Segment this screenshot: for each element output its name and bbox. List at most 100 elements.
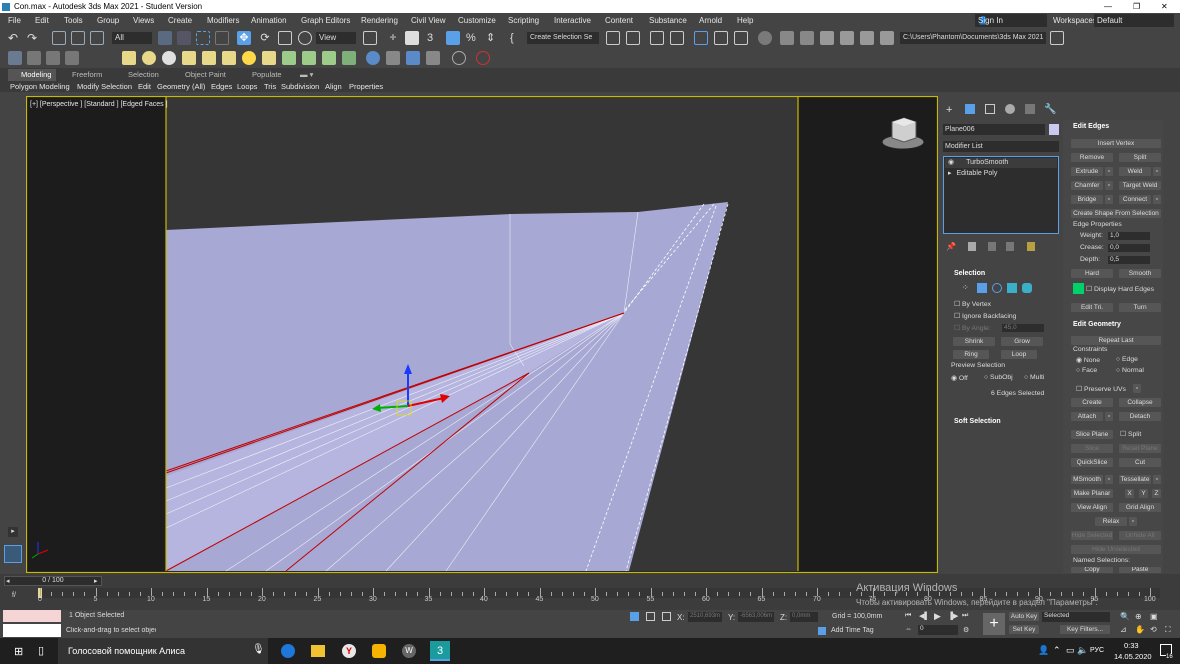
reset-plane-button[interactable]: Reset Plane <box>1119 444 1161 453</box>
hard-button[interactable]: Hard <box>1071 269 1113 278</box>
tessellate-button[interactable]: Tessellate <box>1119 475 1151 484</box>
preview-subobj-radio[interactable]: ○ SubObj <box>984 374 1013 381</box>
maxscript-listener[interactable] <box>3 610 61 622</box>
constraint-face-radio[interactable]: ○ Face <box>1076 367 1097 374</box>
rect-selection-icon[interactable] <box>196 31 210 45</box>
cone-primitive-icon[interactable] <box>182 51 196 65</box>
mirror-icon[interactable] <box>606 31 620 45</box>
chamfer-button[interactable]: Chamfer <box>1071 181 1103 190</box>
ignore-backfacing-checkbox[interactable]: ☐ Ignore Backfacing <box>954 312 1016 320</box>
plane-primitive-icon[interactable] <box>322 51 336 65</box>
hide-unselected-button[interactable]: Hide Unselected <box>1071 545 1161 554</box>
perspective-viewport[interactable]: [+] [Perspective ] [Standard ] [Edged Fa… <box>26 96 938 573</box>
menu-help[interactable]: Help <box>737 13 753 28</box>
tab-freeform[interactable]: Freeform <box>72 70 102 80</box>
connect-settings-icon[interactable]: ▫ <box>1153 195 1161 204</box>
render-production-icon[interactable] <box>820 31 834 45</box>
sign-in-dropdown[interactable]: 👤 Sign In <box>975 14 1047 27</box>
orbit-icon[interactable]: ⟲ <box>1150 625 1157 634</box>
edge-browser-icon[interactable] <box>281 644 295 658</box>
menu-file[interactable]: File <box>8 13 21 28</box>
go-to-end-icon[interactable]: ⏭ <box>962 612 968 620</box>
selection-filter-dropdown[interactable]: All <box>112 32 152 44</box>
attach-settings-icon[interactable]: ▫ <box>1105 412 1113 421</box>
turn-button[interactable]: Turn <box>1119 303 1161 312</box>
mini-curve-editor-icon[interactable]: f/ <box>12 592 16 599</box>
go-to-start-icon[interactable]: ⏮ <box>905 612 911 620</box>
task-view-icon[interactable]: ▯ <box>38 644 44 657</box>
constraint-edge-radio[interactable]: ○ Edge <box>1116 356 1138 363</box>
preserve-uvs-settings-icon[interactable]: ▫ <box>1133 384 1141 393</box>
render-activeshade-icon[interactable] <box>860 31 874 45</box>
edit-geometry-rollout-header[interactable]: Edit Geometry <box>1073 321 1121 328</box>
shrink-button[interactable]: Shrink <box>953 337 995 346</box>
start-icon[interactable]: ⊞ <box>14 645 23 658</box>
menu-scripting[interactable]: Scripting <box>508 13 539 28</box>
preserve-uvs-checkbox[interactable]: ☐ Preserve UVs <box>1076 385 1126 393</box>
menu-create[interactable]: Create <box>168 13 192 28</box>
helper-icon[interactable] <box>366 51 380 65</box>
maxscript-mini-listener[interactable] <box>3 624 61 637</box>
reference-coordinate-dropdown[interactable]: View <box>316 32 356 44</box>
set-keys-big-button[interactable]: + <box>983 613 1005 635</box>
hide-selected-button[interactable]: Hide Selected <box>1071 531 1113 540</box>
menu-modifiers[interactable]: Modifiers <box>207 13 239 28</box>
menu-tools[interactable]: Tools <box>64 13 83 28</box>
detach-button[interactable]: Detach <box>1119 412 1161 421</box>
light-icon[interactable] <box>242 51 256 65</box>
stack-item-editable-poly[interactable]: ▸ Editable Poly <box>945 169 1057 179</box>
slice-button[interactable]: Slice <box>1071 444 1113 453</box>
ribbon-polygon-modeling[interactable]: Polygon Modeling <box>10 82 70 92</box>
ribbon-options-icon[interactable]: ▬ ▾ <box>300 70 313 80</box>
vertex-mode-icon[interactable]: ⁘ <box>962 283 972 293</box>
sphere-primitive-icon[interactable] <box>142 51 156 65</box>
menu-customize[interactable]: Customize <box>458 13 496 28</box>
object-color-swatch[interactable] <box>1049 124 1059 135</box>
percent-snap-icon[interactable]: % <box>466 31 480 45</box>
object-name-field[interactable]: Plane006 <box>943 124 1045 135</box>
file-explorer-icon[interactable] <box>311 645 325 657</box>
show-end-result-icon[interactable] <box>968 242 976 251</box>
scale-icon[interactable] <box>278 31 292 45</box>
remove-button[interactable]: Remove <box>1071 153 1113 162</box>
key-filters-button[interactable]: Key Filters... <box>1060 625 1110 634</box>
teapot-primitive-icon[interactable] <box>262 51 276 65</box>
constraint-normal-radio[interactable]: ○ Normal <box>1116 367 1144 374</box>
tab-object-paint[interactable]: Object Paint <box>185 70 226 80</box>
menu-interactive[interactable]: Interactive <box>554 13 591 28</box>
torus-primitive-icon[interactable] <box>302 51 316 65</box>
ribbon-loops[interactable]: Loops <box>237 82 257 92</box>
x-coordinate[interactable]: 2510,693m <box>688 612 722 622</box>
weld-settings-icon[interactable]: ▫ <box>1153 167 1161 176</box>
display-tab-icon[interactable] <box>1025 104 1035 114</box>
zoom-all-icon[interactable]: ⊕ <box>1135 612 1142 621</box>
ribbon-properties[interactable]: Properties <box>349 82 383 92</box>
pdf-app-icon[interactable] <box>372 644 386 658</box>
pivot-center-icon[interactable] <box>363 31 377 45</box>
selection-set-dropdown[interactable]: Selected <box>1042 612 1110 622</box>
rotate-icon[interactable]: ⟳ <box>258 31 272 45</box>
current-frame-field[interactable]: 0 <box>918 625 958 635</box>
time-slider-prev-icon[interactable]: ◂ <box>6 577 10 585</box>
make-planar-x-button[interactable]: X <box>1125 489 1134 498</box>
microphone-icon[interactable]: 🎙 <box>252 644 265 655</box>
grow-button[interactable]: Grow <box>1001 337 1043 346</box>
bind-spacewarp-icon[interactable] <box>90 31 104 45</box>
make-unique-icon[interactable] <box>988 242 996 251</box>
menu-views[interactable]: Views <box>133 13 154 28</box>
expand-layout-icon[interactable]: ▸ <box>8 527 18 537</box>
menu-substance[interactable]: Substance <box>649 13 687 28</box>
pin-stack-icon[interactable]: 📌 <box>946 242 956 251</box>
border-mode-icon[interactable] <box>992 283 1002 293</box>
insert-vertex-button[interactable]: Insert Vertex <box>1071 139 1161 148</box>
next-frame-icon[interactable]: ▐▶ <box>948 612 958 620</box>
undo-icon[interactable]: ↶ <box>8 31 22 45</box>
menu-animation[interactable]: Animation <box>251 13 287 28</box>
ribbon-edges[interactable]: Edges <box>211 82 232 92</box>
record-icon[interactable] <box>476 51 490 65</box>
spinner-snap-icon[interactable]: ⇕ <box>486 31 500 45</box>
target-weld-button[interactable]: Target Weld <box>1119 181 1161 190</box>
copy-button[interactable]: Copy <box>1071 567 1113 573</box>
align-icon[interactable] <box>626 31 640 45</box>
field-of-view-icon[interactable]: ⊿ <box>1120 625 1127 634</box>
